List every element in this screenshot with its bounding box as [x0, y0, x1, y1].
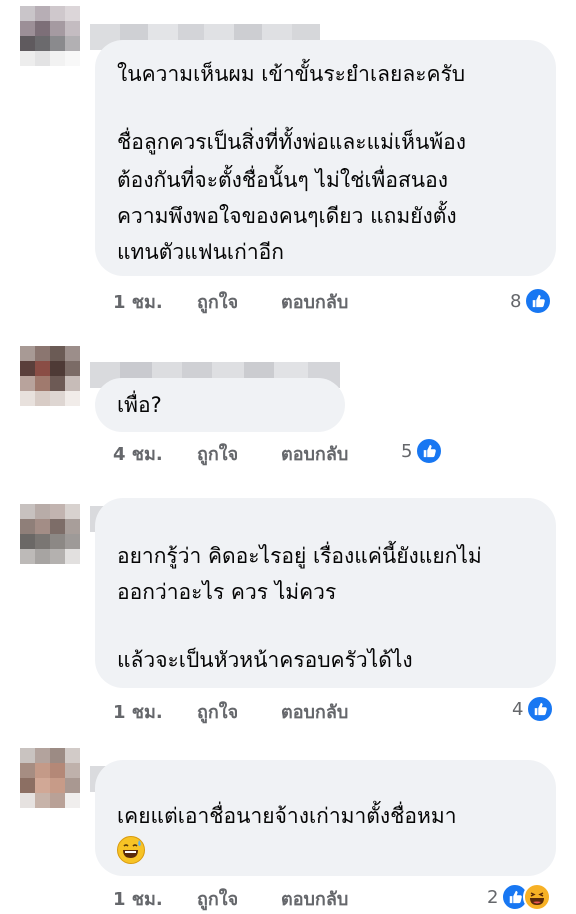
comment-text-line: เคยแต่เอาชื่อนายจ้างเก่ามาตั้งชื่อหมา [117, 804, 457, 828]
timestamp[interactable]: 1 ชม. [113, 884, 197, 913]
like-button[interactable]: ถูกใจ [197, 697, 281, 726]
avatar[interactable] [20, 6, 80, 66]
like-button[interactable]: ถูกใจ [197, 884, 281, 913]
avatar[interactable] [20, 748, 80, 808]
like-icon [524, 287, 553, 315]
comment-text-line: ต้องกันที่จะตั้งชื่อนั้นๆ ไม่ใช่เพื่อสนอ… [117, 168, 449, 192]
reaction-count: 5 [401, 440, 413, 462]
comment-text-line: ออกว่าอะไร ควร ไม่ควร [117, 580, 337, 604]
reply-button[interactable]: ตอบกลับ [281, 697, 348, 726]
reaction-count: 2 [487, 886, 499, 908]
reaction-summary[interactable]: 4 [512, 694, 555, 724]
like-icon [415, 437, 444, 465]
comment-text-line: แทนตัวแฟนเก่าอีก [117, 240, 284, 264]
comment-bubble: ในความเห็นผม เข้าขั้นระยำเลยละครับ ชื่อล… [95, 40, 556, 276]
comment-text-line: ชื่อลูกควรเป็นสิ่งที่ทั้งพ่อและแม่เห็นพ้… [117, 130, 467, 154]
like-icon [526, 695, 555, 723]
timestamp[interactable]: 4 ชม. [113, 439, 197, 468]
reply-button[interactable]: ตอบกลับ [281, 884, 348, 913]
comment-text-line: เพื่อ? [117, 393, 162, 417]
reaction-summary[interactable]: 2 [487, 882, 552, 912]
grinning-sweat-emoji [117, 836, 145, 864]
avatar[interactable] [20, 504, 80, 564]
comment-text-line: แล้วจะเป็นหัวหน้าครอบครัวได้ไง [117, 648, 413, 672]
like-button[interactable]: ถูกใจ [197, 287, 281, 316]
comment-actions: 4 ชม. ถูกใจ ตอบกลับ [113, 438, 348, 468]
comment-actions: 1 ชม. ถูกใจ ตอบกลับ [113, 696, 348, 726]
haha-icon [523, 883, 552, 911]
reaction-summary[interactable]: 5 [401, 436, 444, 466]
comment-text-line: ในความเห็นผม เข้าขั้นระยำเลยละครับ [117, 62, 466, 86]
timestamp[interactable]: 1 ชม. [113, 287, 197, 316]
comment-actions: 1 ชม. ถูกใจ ตอบกลับ [113, 286, 348, 316]
comment-text-line: ความพึงพอใจของคนๆเดียว แถมยังตั้ง [117, 204, 457, 228]
reaction-summary[interactable]: 8 [510, 286, 553, 316]
reaction-count: 4 [512, 698, 524, 720]
comment-bubble: เคยแต่เอาชื่อนายจ้างเก่ามาตั้งชื่อหมา [95, 760, 556, 876]
avatar[interactable] [20, 346, 80, 406]
comment-bubble: อยากรู้ว่า คิดอะไรอยู่ เรื่องแค่นี้ยังแย… [95, 498, 556, 688]
comment-bubble: เพื่อ? [95, 378, 345, 432]
timestamp[interactable]: 1 ชม. [113, 697, 197, 726]
like-button[interactable]: ถูกใจ [197, 439, 281, 468]
comment-actions: 1 ชม. ถูกใจ ตอบกลับ [113, 883, 348, 913]
reply-button[interactable]: ตอบกลับ [281, 287, 348, 316]
reply-button[interactable]: ตอบกลับ [281, 439, 348, 468]
comment-text-line: อยากรู้ว่า คิดอะไรอยู่ เรื่องแค่นี้ยังแย… [117, 544, 482, 568]
reaction-count: 8 [510, 290, 522, 312]
